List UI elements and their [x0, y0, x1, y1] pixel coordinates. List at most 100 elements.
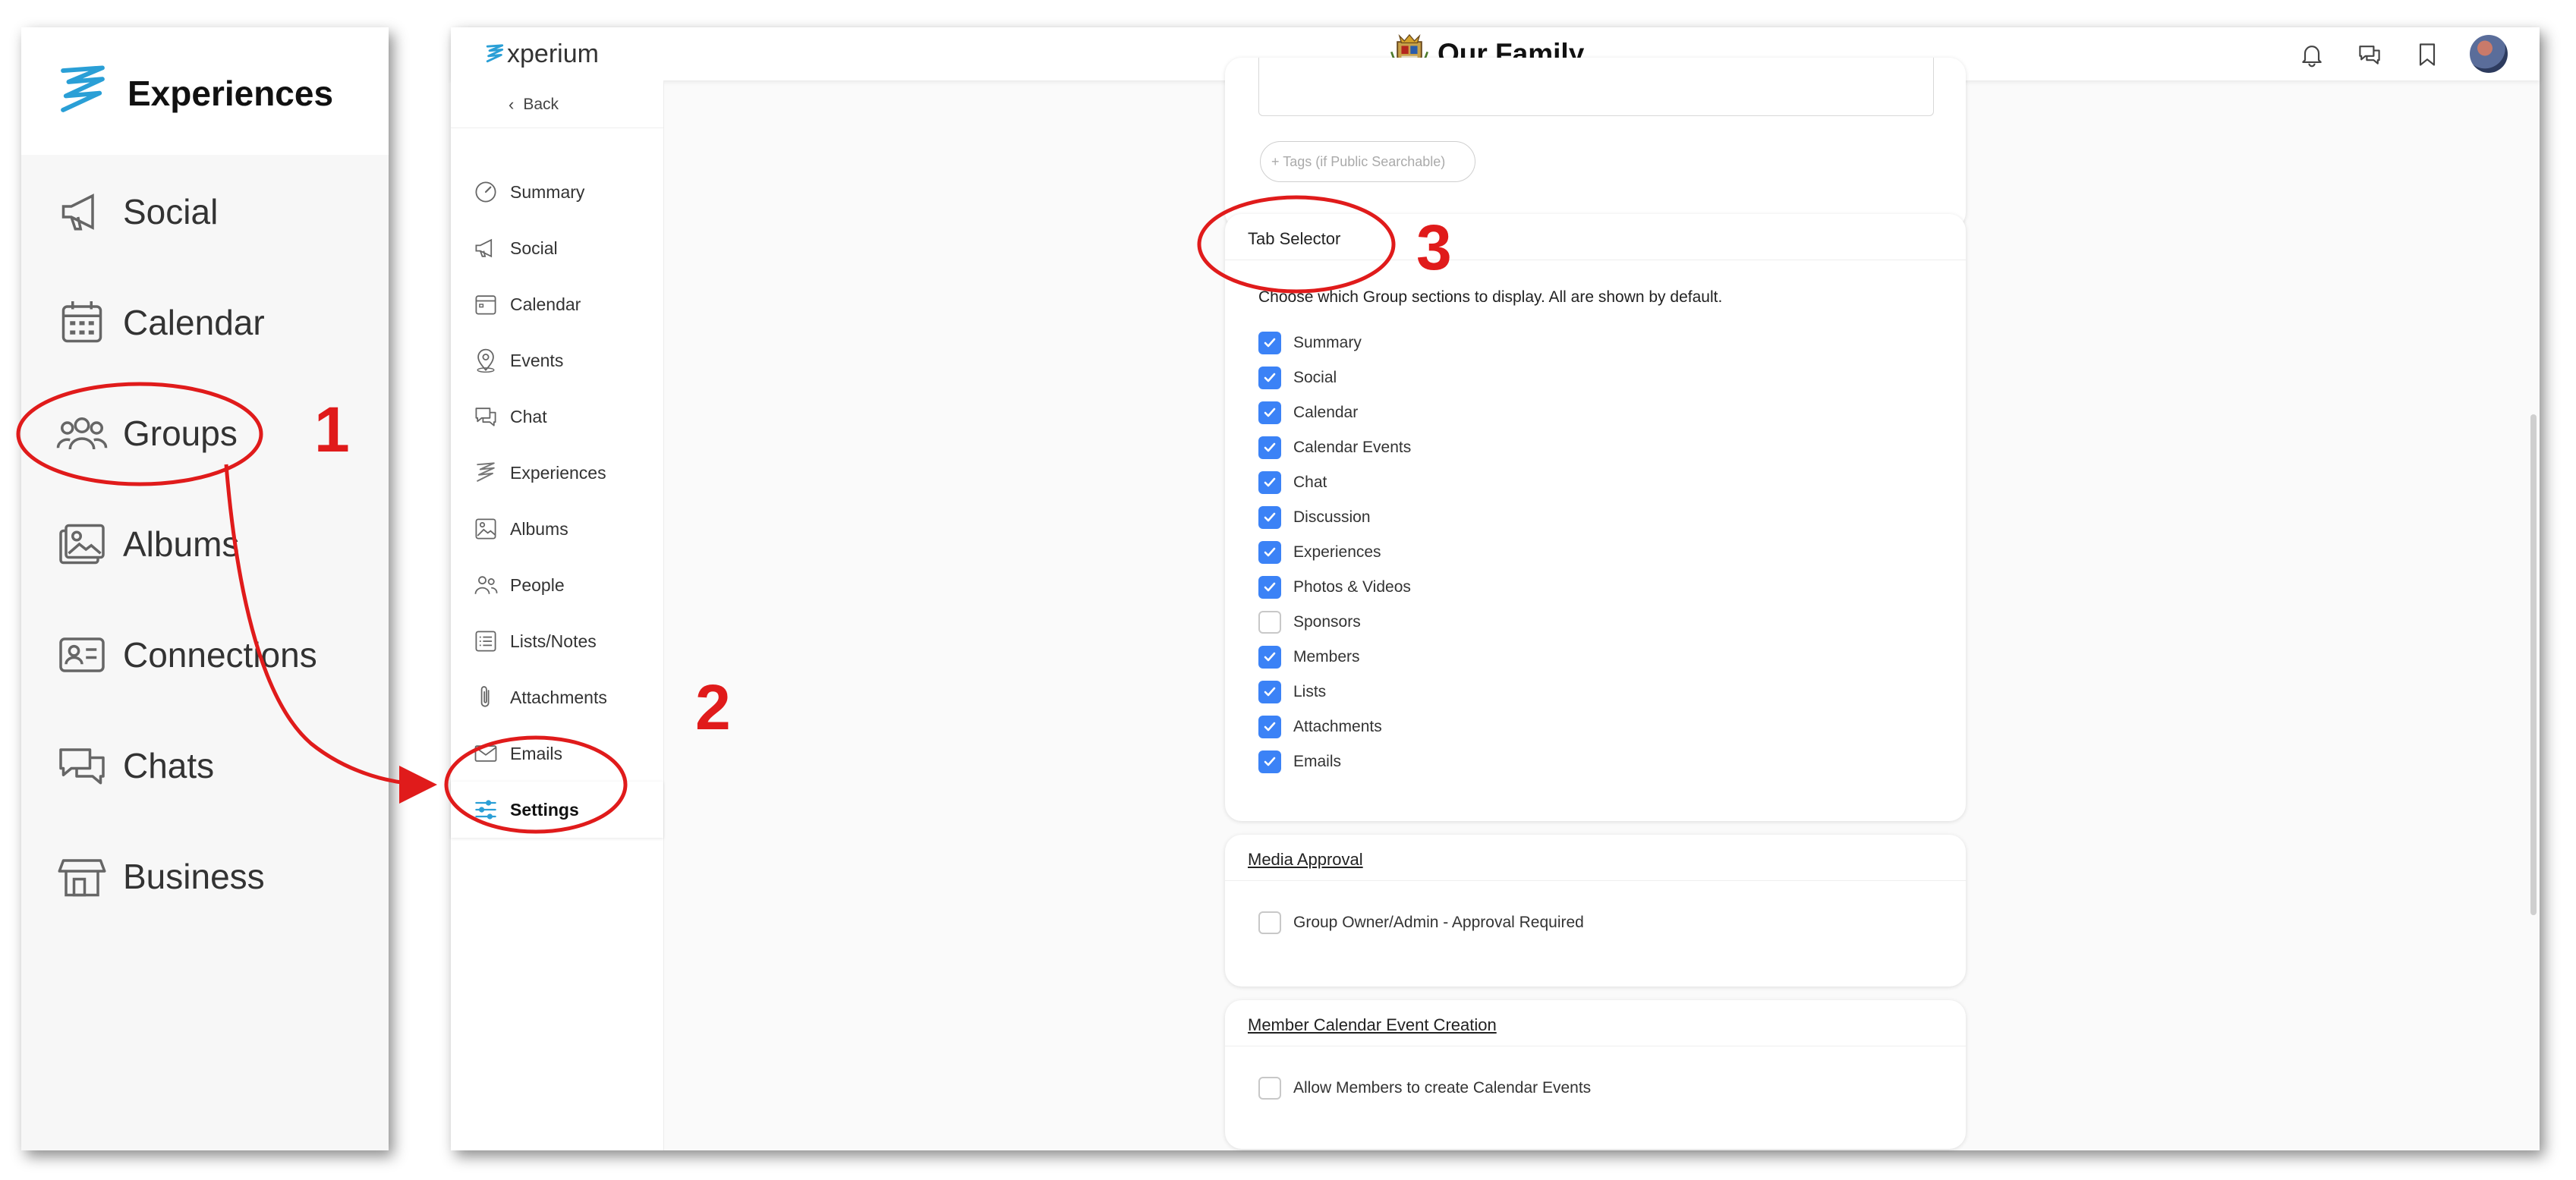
sidebar-item-lists-notes[interactable]: Lists/Notes: [472, 621, 597, 662]
album-icon: [475, 518, 496, 540]
sidebar-item-experiences[interactable]: Experiences: [472, 452, 606, 493]
checkbox-label: Calendar Events: [1293, 439, 1412, 456]
nav-item-label: Social: [123, 192, 219, 231]
tab-option-social[interactable]: Social: [1258, 363, 1337, 393]
checkbox-box[interactable]: [1258, 681, 1281, 703]
storefront-icon: [52, 846, 112, 907]
checkmark-icon: [1264, 757, 1276, 766]
sidebar-item-label: Events: [510, 350, 564, 370]
nav-item-groups[interactable]: Groups: [52, 399, 238, 467]
checkmark-icon: [1264, 442, 1276, 452]
sidebar-item-attachments[interactable]: Attachments: [472, 677, 607, 718]
main-nav-sidebar: Experiences Social Calendar Groups Album…: [21, 27, 389, 1150]
checkbox-label: Sponsors: [1293, 613, 1361, 631]
checkbox-label: Experiences: [1293, 543, 1381, 561]
sidebar-item-albums[interactable]: Albums: [472, 508, 568, 549]
tags-placeholder: + Tags (if Public Searchable): [1271, 153, 1446, 169]
sidebar-item-summary[interactable]: Summary: [472, 171, 584, 212]
tab-option-summary[interactable]: Summary: [1258, 328, 1362, 358]
tab-option-experiences[interactable]: Experiences: [1258, 537, 1381, 568]
sidebar-item-label: People: [510, 574, 565, 595]
checkbox-box[interactable]: [1258, 911, 1281, 934]
chevron-left-icon: ‹: [509, 95, 515, 114]
experiences-logo-icon: [477, 462, 495, 482]
checkbox-box[interactable]: [1258, 611, 1281, 634]
paperclip-icon: [480, 686, 490, 707]
people-icon: [474, 576, 498, 594]
nav-item-connections[interactable]: Connections: [52, 621, 317, 689]
media-approval-card: Media Approval Group Owner/Admin - Appro…: [1225, 835, 1966, 986]
bookmark-icon[interactable]: [2414, 41, 2441, 68]
checkbox-box[interactable]: [1258, 576, 1281, 599]
nav-item-label: Albums: [123, 524, 240, 564]
checkmark-icon: [1264, 687, 1276, 697]
checkbox-label: Discussion: [1293, 508, 1371, 526]
checkbox-box[interactable]: [1258, 506, 1281, 529]
chat-icon: [475, 407, 496, 426]
checkmark-icon: [1264, 407, 1276, 417]
checkbox-box[interactable]: [1258, 1077, 1281, 1100]
group-sidebar: ‹ Back Summary Social Calendar Events Ch…: [451, 80, 664, 1150]
checkbox-box[interactable]: [1258, 541, 1281, 564]
checkmark-icon: [1264, 512, 1276, 522]
allow-members-events-checkbox[interactable]: Allow Members to create Calendar Events: [1258, 1073, 1591, 1103]
megaphone-icon: [52, 181, 112, 242]
tab-option-emails[interactable]: Emails: [1258, 747, 1341, 777]
megaphone-icon: [475, 238, 493, 258]
tags-input[interactable]: + Tags (if Public Searchable): [1260, 141, 1475, 182]
experiences-logo-icon: [61, 65, 105, 112]
annotation-number-2: 2: [695, 672, 731, 743]
divider: [451, 127, 663, 128]
tab-selector-card: Tab Selector Choose which Group sections…: [1225, 214, 1966, 821]
checkbox-box[interactable]: [1258, 436, 1281, 459]
sidebar-item-label: Calendar: [510, 294, 581, 314]
sidebar-item-events[interactable]: Events: [472, 340, 563, 381]
member-calendar-card: Member Calendar Event Creation Allow Mem…: [1225, 1000, 1966, 1149]
sidebar-item-social[interactable]: Social: [472, 228, 558, 269]
tab-option-calendar[interactable]: Calendar: [1258, 398, 1358, 428]
checkbox-box[interactable]: [1258, 716, 1281, 738]
checkbox-box[interactable]: [1258, 332, 1281, 354]
nav-item-albums[interactable]: Albums: [52, 510, 239, 578]
checkmark-icon: [1264, 652, 1276, 662]
checkbox-box[interactable]: [1258, 471, 1281, 494]
checkmark-icon: [1264, 338, 1276, 348]
sidebar-item-emails[interactable]: Emails: [472, 733, 562, 774]
tab-option-lists[interactable]: Lists: [1258, 677, 1326, 707]
checkbox-box[interactable]: [1258, 367, 1281, 389]
tab-option-sponsors[interactable]: Sponsors: [1258, 607, 1361, 637]
tab-option-photos-videos[interactable]: Photos & Videos: [1258, 572, 1411, 603]
tab-option-discussion[interactable]: Discussion: [1258, 502, 1371, 533]
bell-icon[interactable]: [2298, 41, 2326, 68]
nav-item-calendar[interactable]: Calendar: [52, 288, 265, 357]
checkbox-label: Social: [1293, 369, 1337, 386]
nav-item-social[interactable]: Social: [52, 178, 218, 246]
tab-option-members[interactable]: Members: [1258, 642, 1360, 672]
tab-option-attachments[interactable]: Attachments: [1258, 712, 1382, 742]
scrollbar-thumb[interactable]: [2530, 414, 2537, 915]
sidebar-item-calendar[interactable]: Calendar: [472, 284, 581, 325]
sidebar-item-people[interactable]: People: [472, 565, 565, 606]
description-textarea[interactable]: [1258, 58, 1934, 116]
tab-option-chat[interactable]: Chat: [1258, 467, 1327, 498]
experium-logo[interactable]: xperium: [484, 38, 599, 70]
nav-item-chats[interactable]: Chats: [52, 732, 214, 800]
checkbox-box[interactable]: [1258, 401, 1281, 424]
sidebar-item-settings[interactable]: Settings: [451, 782, 663, 838]
sidebar-item-chat[interactable]: Chat: [472, 396, 547, 437]
avatar[interactable]: [2470, 35, 2508, 73]
nav-item-business[interactable]: Business: [52, 842, 265, 911]
chat-icon[interactable]: [2356, 41, 2383, 68]
nav-item-label: Groups: [123, 414, 238, 453]
checkbox-box[interactable]: [1258, 646, 1281, 669]
approval-required-checkbox[interactable]: Group Owner/Admin - Approval Required: [1258, 908, 1584, 938]
logo-text: xperium: [507, 39, 599, 68]
sidebar-item-label: Settings: [510, 799, 579, 820]
tab-option-calendar-events[interactable]: Calendar Events: [1258, 433, 1411, 463]
back-button[interactable]: ‹ Back: [509, 88, 559, 121]
nav-item-label: Chats: [123, 746, 215, 785]
sliders-icon: [475, 800, 496, 820]
calendar-icon: [52, 292, 112, 353]
checkbox-box[interactable]: [1258, 750, 1281, 773]
nav-item-label: Business: [123, 857, 265, 896]
